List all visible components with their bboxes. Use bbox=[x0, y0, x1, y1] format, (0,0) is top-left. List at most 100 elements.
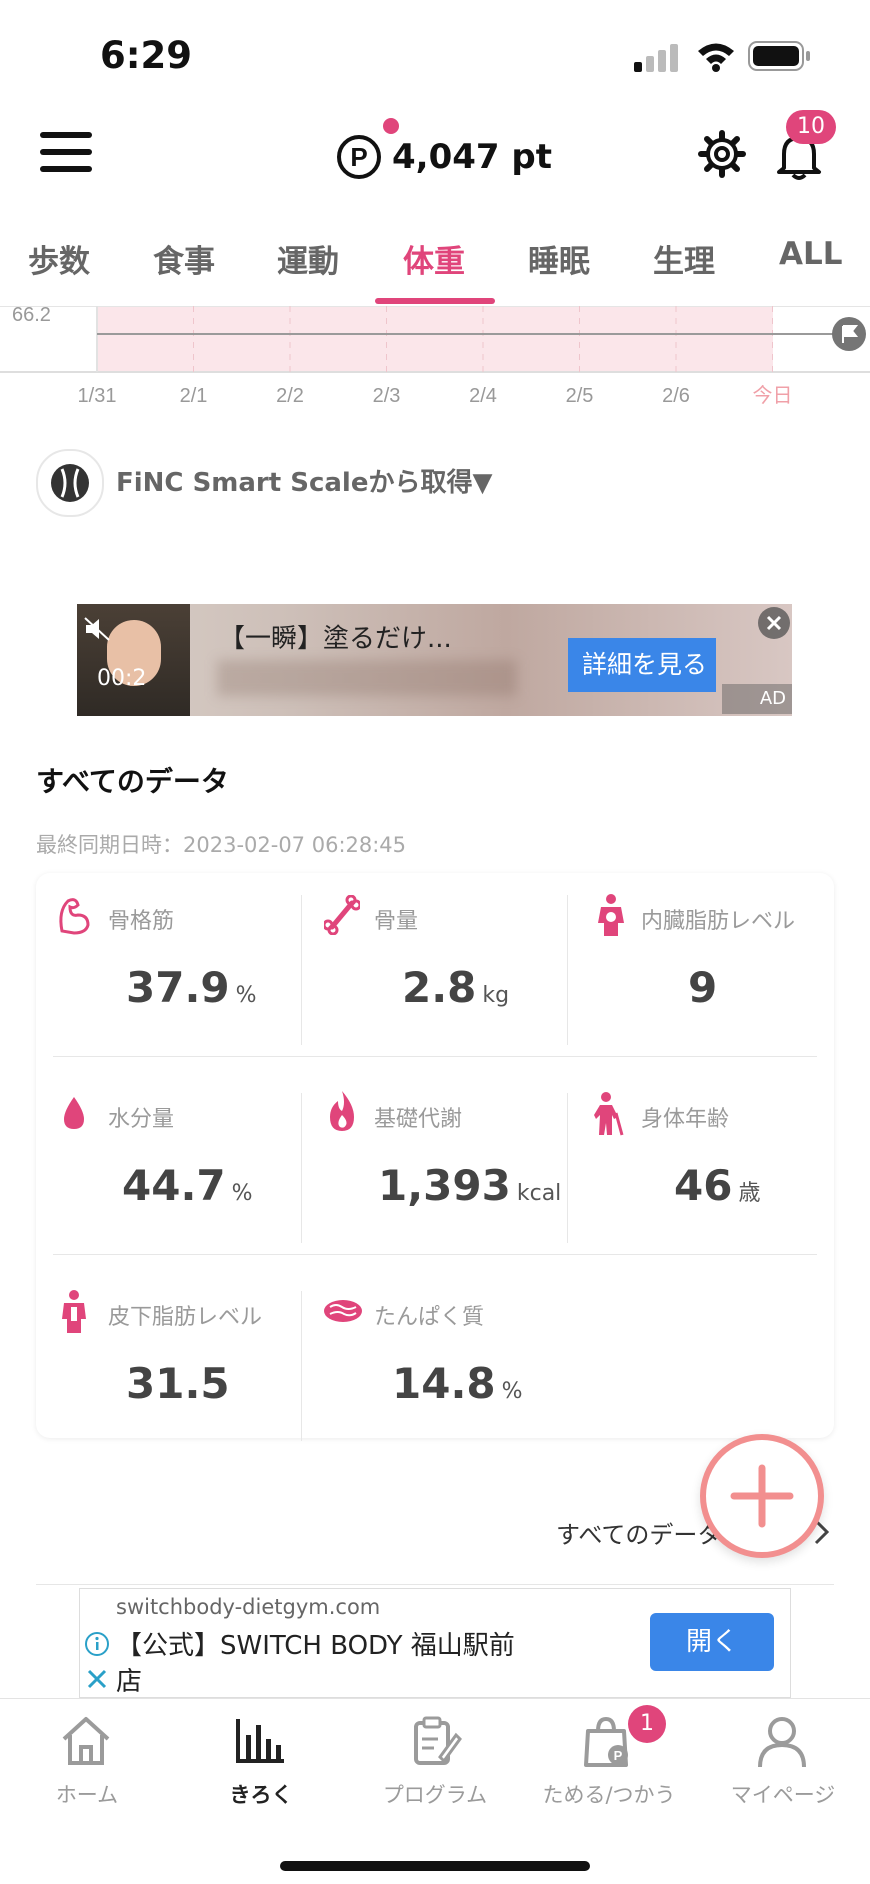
muscle-icon bbox=[59, 898, 90, 935]
battery-icon bbox=[748, 41, 810, 71]
banner-ad[interactable]: switchbody-dietgym.com 【公式】SWITCH BODY 福… bbox=[79, 1588, 791, 1698]
banner-ad-open-button[interactable]: 開く bbox=[650, 1613, 774, 1671]
video-ad[interactable]: 00:2 【一瞬】塗るだけ... 詳細を見る AD bbox=[77, 604, 792, 716]
metric-value-body-age: 46 歳 bbox=[674, 1161, 761, 1210]
app-header: P 4,047 pt 10 bbox=[0, 110, 870, 230]
nav-mypage[interactable]: マイページ bbox=[696, 1699, 870, 1809]
bottom-nav: ホーム きろく プログラム P 1 ためる/つかう マイページ bbox=[0, 1698, 870, 1884]
nav-home-label: ホーム bbox=[55, 1783, 119, 1807]
metric-label-subcutaneous-fat: 皮下脂肪レベル bbox=[108, 1305, 263, 1330]
bar-chart-icon bbox=[236, 1719, 284, 1763]
metrics-card: 骨格筋 37.9% 骨量 2.8 kg 内臓脂肪レベル 9 水分量 44.7% 基… bbox=[36, 873, 834, 1441]
sync-time: 最終同期日時：2023-02-07 06:28:45 bbox=[36, 833, 407, 857]
mute-icon[interactable] bbox=[83, 616, 111, 642]
section-title: すべてのデータ bbox=[36, 765, 229, 798]
user-icon bbox=[758, 1717, 806, 1768]
metric-label-protein: たんぱく質 bbox=[374, 1305, 485, 1330]
tab-active-indicator bbox=[375, 298, 495, 304]
tab-sleep[interactable]: 睡眠 bbox=[528, 236, 590, 281]
source-selector[interactable]: FiNC Smart Scaleから取得▼ bbox=[116, 462, 492, 499]
metric-value-subcutaneous-fat: 31.5 bbox=[126, 1359, 230, 1408]
status-time: 6:29 bbox=[100, 34, 193, 77]
tab-meals[interactable]: 食事 bbox=[153, 236, 215, 281]
info-icon[interactable] bbox=[84, 1631, 110, 1657]
notification-badge: 10 bbox=[786, 110, 836, 144]
ad-close-icon[interactable] bbox=[85, 1667, 109, 1691]
metric-value-body-water: 44.7% bbox=[122, 1161, 253, 1210]
y-tick-label: 66.2 bbox=[12, 306, 51, 326]
metric-label-basal-metabolism: 基礎代謝 bbox=[374, 1107, 463, 1132]
svg-text:P: P bbox=[350, 142, 367, 172]
tab-all[interactable]: ALL bbox=[779, 236, 843, 272]
x-tick-label: 2/4 bbox=[469, 385, 497, 407]
x-tick-label: 2/5 bbox=[566, 385, 594, 407]
wifi-icon bbox=[698, 43, 734, 72]
metric-label-bone-mass: 骨量 bbox=[374, 909, 419, 934]
nav-records-label: きろく bbox=[229, 1783, 293, 1807]
metric-value-bone-mass: 2.8 kg bbox=[402, 963, 510, 1012]
points-display[interactable]: P 4,047 pt bbox=[336, 132, 552, 182]
x-tick-label: 今日 bbox=[753, 384, 793, 407]
divider bbox=[36, 1584, 834, 1585]
nav-points-badge: 1 bbox=[628, 1705, 666, 1743]
banner-ad-domain: switchbody-dietgym.com bbox=[116, 1595, 381, 1619]
tab-steps[interactable]: 歩数 bbox=[28, 236, 90, 281]
ad-video-thumbnail: 00:2 bbox=[77, 604, 190, 716]
nav-records[interactable]: きろく bbox=[174, 1699, 348, 1809]
subcutaneous-fat-icon bbox=[62, 1290, 86, 1333]
metric-label-visceral-fat: 内臓脂肪レベル bbox=[641, 909, 796, 934]
elderly-person-icon bbox=[594, 1092, 624, 1136]
bone-icon bbox=[324, 895, 360, 935]
tab-exercise[interactable]: 運動 bbox=[277, 236, 339, 281]
x-tick-label: 2/3 bbox=[373, 385, 401, 407]
x-tick-label: 2/2 bbox=[276, 385, 304, 407]
meat-protein-icon bbox=[324, 1300, 362, 1322]
nav-home[interactable]: ホーム bbox=[0, 1699, 174, 1809]
flame-icon bbox=[330, 1091, 354, 1131]
visceral-fat-icon bbox=[598, 894, 624, 936]
points-dot bbox=[383, 118, 399, 134]
category-tabs: 歩数 食事 運動 体重 睡眠 生理 ALL bbox=[0, 230, 870, 307]
scale-device-icon bbox=[36, 449, 104, 517]
home-indicator bbox=[280, 1861, 590, 1871]
x-tick-label: 2/1 bbox=[180, 385, 208, 407]
tab-weight[interactable]: 体重 bbox=[403, 236, 465, 281]
nav-program[interactable]: プログラム bbox=[348, 1699, 522, 1809]
ad-detail-button[interactable]: 詳細を見る bbox=[568, 638, 716, 692]
cellular-signal-icon bbox=[634, 44, 678, 72]
ad-headline: 【一瞬】塗るだけ... bbox=[219, 624, 452, 654]
gear-icon[interactable] bbox=[698, 130, 746, 178]
metric-value-skeletal-muscle: 37.9% bbox=[126, 963, 257, 1012]
metric-label-body-age: 身体年齢 bbox=[641, 1107, 730, 1132]
metric-value-basal-metabolism: 1,393 kcal bbox=[378, 1161, 562, 1210]
points-icon: P bbox=[337, 135, 381, 179]
svg-text:P: P bbox=[614, 1748, 623, 1763]
nav-points[interactable]: P 1 ためる/つかう bbox=[522, 1699, 696, 1809]
close-icon[interactable] bbox=[757, 606, 791, 640]
nav-points-label: ためる/つかう bbox=[542, 1783, 676, 1807]
metric-value-visceral-fat: 9 bbox=[688, 963, 718, 1012]
banner-ad-title-line2: 店 bbox=[116, 1667, 143, 1697]
menu-icon[interactable] bbox=[40, 130, 92, 174]
weight-chart: 66.2 1/31 2/1 2/2 2/3 2/4 2/5 2/6 今日 bbox=[0, 306, 870, 407]
water-drop-icon bbox=[64, 1097, 84, 1129]
clipboard-pen-icon bbox=[414, 1716, 462, 1765]
ad-timer: 00:2 bbox=[97, 666, 147, 691]
banner-ad-title-line1: 【公式】SWITCH BODY 福山駅前 bbox=[116, 1631, 515, 1661]
see-all-data-link[interactable]: すべてのデータ bbox=[556, 1515, 721, 1550]
x-tick-label: 1/31 bbox=[78, 385, 117, 407]
x-tick-label: 2/6 bbox=[662, 385, 690, 407]
points-value: 4,047 pt bbox=[392, 137, 552, 177]
add-record-button[interactable] bbox=[700, 1434, 824, 1558]
metric-label-body-water: 水分量 bbox=[108, 1107, 175, 1132]
tab-period[interactable]: 生理 bbox=[653, 236, 715, 281]
ad-label: AD bbox=[722, 684, 792, 714]
nav-program-label: プログラム bbox=[382, 1783, 488, 1807]
nav-mypage-label: マイページ bbox=[730, 1783, 836, 1807]
plus-icon bbox=[730, 1464, 794, 1528]
home-icon bbox=[62, 1717, 110, 1765]
metric-value-protein: 14.8% bbox=[392, 1359, 523, 1408]
status-bar: 6:29 bbox=[0, 0, 870, 110]
metric-label-skeletal-muscle: 骨格筋 bbox=[108, 909, 175, 934]
chart-highlight-band bbox=[97, 306, 773, 372]
